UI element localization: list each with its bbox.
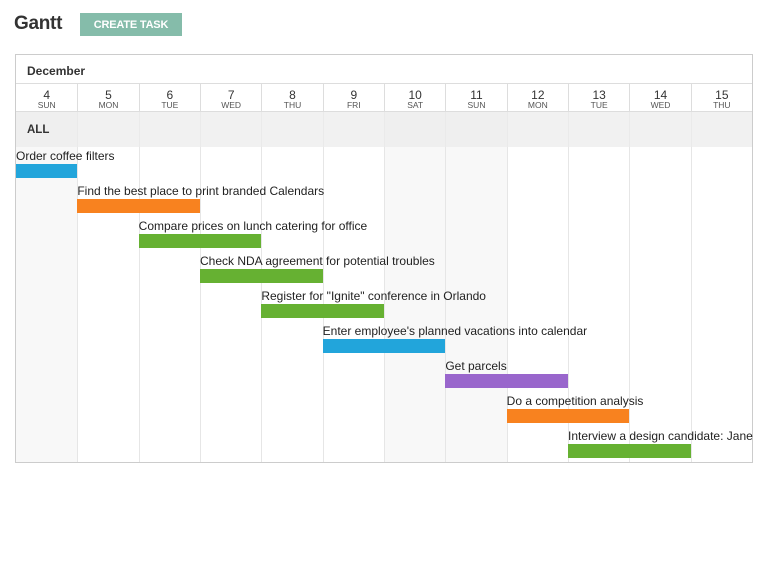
create-task-button[interactable]: CREATE TASK <box>80 13 182 36</box>
task-label[interactable]: Get parcels <box>445 359 506 373</box>
task-label[interactable]: Interview a design candidate: Jane <box>568 429 753 443</box>
task-bar[interactable] <box>200 269 323 283</box>
task-label[interactable]: Compare prices on lunch catering for off… <box>139 219 368 233</box>
day-header: 6 TUE <box>138 84 200 111</box>
weekend-column <box>445 112 507 462</box>
day-header: 7 WED <box>200 84 261 111</box>
task-label[interactable]: Do a competition analysis <box>507 394 644 408</box>
weekend-column <box>384 112 446 462</box>
gantt-chart: December 4 SUN 5 MON 6 TUE 7 WED 8 THU 9 FRI 10 SAT 11… <box>15 54 753 463</box>
day-of-week: THU <box>713 100 731 110</box>
task-row: Interview a design candidate: Jane <box>568 427 753 462</box>
task-row: Get parcels <box>445 357 568 392</box>
day-of-week: WED <box>650 100 671 110</box>
day-column <box>77 112 138 462</box>
day-of-week: THU <box>283 100 302 110</box>
task-label[interactable]: Find the best place to print branded Cal… <box>77 184 324 198</box>
month-row: December <box>16 55 752 84</box>
group-row-all[interactable]: ALL <box>16 112 752 147</box>
day-of-week: SUN <box>467 100 486 110</box>
day-header: 11 SUN <box>445 84 506 111</box>
task-label[interactable]: Enter employee's planned vacations into … <box>323 324 587 338</box>
day-of-week: SUN <box>37 100 56 110</box>
task-row: Order coffee filters <box>16 147 114 182</box>
task-row: Check NDA agreement for potential troubl… <box>200 252 435 287</box>
task-label[interactable]: Register for "Ignite" conference in Orla… <box>261 289 486 303</box>
task-row: Do a competition analysis <box>506 392 643 427</box>
task-bar[interactable] <box>16 164 78 178</box>
task-bar[interactable] <box>261 304 384 318</box>
day-of-week: FRI <box>346 100 361 110</box>
month-label: December <box>27 64 86 78</box>
task-bar[interactable] <box>138 234 262 248</box>
day-column <box>629 112 690 462</box>
task-label[interactable]: Order coffee filters <box>16 149 114 163</box>
task-row: Find the best place to print branded Cal… <box>77 182 324 217</box>
day-header: 15 THU <box>690 84 752 111</box>
day-column <box>690 112 752 462</box>
day-column <box>200 112 261 462</box>
task-row: Register for "Ignite" conference in Orla… <box>261 287 486 322</box>
day-header: 12 MON <box>506 84 568 111</box>
day-header: 14 WED <box>629 84 690 111</box>
group-label: ALL <box>27 124 50 136</box>
day-header: 13 TUE <box>568 84 629 111</box>
day-of-week: SAT <box>407 100 424 110</box>
task-row: Compare prices on lunch catering for off… <box>138 217 367 252</box>
day-of-week: MON <box>527 100 548 110</box>
task-bar[interactable] <box>568 444 691 458</box>
gantt-body: ALL Order coffee filters Find the best pl… <box>16 112 753 462</box>
day-of-week: TUE <box>161 100 179 110</box>
task-row: Enter employee's planned vacations into … <box>322 322 587 357</box>
day-header: 8 THU <box>261 84 322 111</box>
day-header: 9 FRI <box>322 84 384 111</box>
task-bar[interactable] <box>77 199 200 213</box>
day-of-week: WED <box>221 100 242 110</box>
days-header: 4 SUN 5 MON 6 TUE 7 WED 8 THU 9 FRI 10 SAT 11 SUN 12 MON 1… <box>16 84 752 112</box>
day-of-week: TUE <box>590 100 608 110</box>
day-header: 10 SAT <box>384 84 445 111</box>
task-label[interactable]: Check NDA agreement for potential troubl… <box>200 254 435 268</box>
day-header: 5 MON <box>77 84 138 111</box>
day-column <box>138 112 200 462</box>
day-of-week: MON <box>98 100 119 110</box>
task-bar[interactable] <box>445 374 568 388</box>
task-bar[interactable] <box>506 409 630 423</box>
day-header: 4 SUN <box>16 84 77 111</box>
page-title: Gantt <box>14 13 63 34</box>
task-bar[interactable] <box>322 339 446 353</box>
